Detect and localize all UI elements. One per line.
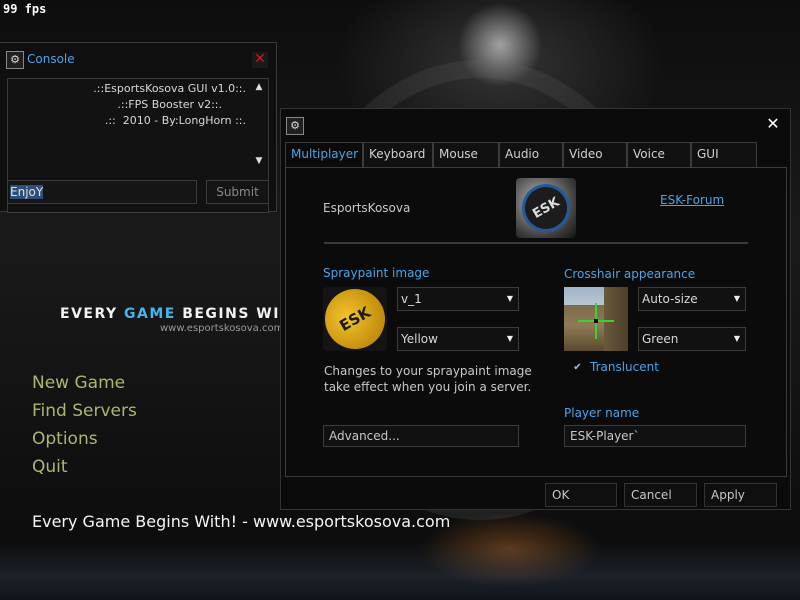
console-log-line: .::EsportsKosova GUI v1.0::.: [93, 82, 246, 95]
tab-video[interactable]: Video: [563, 142, 627, 168]
chevron-down-icon: ▼: [506, 294, 513, 303]
advanced-button[interactable]: Advanced...: [323, 425, 519, 447]
menu-item-new-game[interactable]: New Game: [32, 372, 137, 400]
console-title: Console: [27, 52, 75, 66]
scroll-down-icon[interactable]: ▼: [251, 154, 267, 168]
spraypaint-color-select[interactable]: Yellow ▼: [397, 327, 519, 351]
esk-forum-link[interactable]: ESK-Forum: [660, 193, 724, 207]
crosshair-color-select[interactable]: Green ▼: [638, 327, 746, 351]
brand-tagline: EVERY GAME BEGINS WITH: [60, 306, 304, 322]
preview-wall: [604, 287, 628, 351]
translucent-label: Translucent: [590, 360, 659, 374]
multiplayer-panel: EsportsKosova ESK ESK-Forum Spraypaint i…: [285, 167, 787, 477]
console-input[interactable]: EnjoY: [7, 180, 197, 204]
background-band: [0, 540, 800, 600]
main-menu: New Game Find Servers Options Quit: [32, 372, 137, 484]
tagline-part1: EVERY: [60, 306, 124, 322]
spraypaint-logo-text: ESK: [323, 287, 387, 351]
footer-text: Every Game Begins With! - www.esportskos…: [32, 512, 451, 531]
spraypaint-info: Changes to your spraypaint image take ef…: [324, 364, 532, 394]
apply-button[interactable]: Apply: [704, 483, 777, 507]
esk-logo-image: ESK: [516, 178, 576, 238]
menu-item-quit[interactable]: Quit: [32, 456, 137, 484]
tab-audio[interactable]: Audio: [499, 142, 563, 168]
spraypaint-label: Spraypaint image: [323, 266, 430, 280]
menu-item-options[interactable]: Options: [32, 428, 137, 456]
fps-counter: 99 fps: [3, 2, 47, 16]
crosshair-size-value: Auto-size: [642, 292, 698, 306]
chevron-down-icon: ▼: [733, 334, 740, 343]
cancel-button[interactable]: Cancel: [624, 483, 697, 507]
tab-keyboard[interactable]: Keyboard: [363, 142, 433, 168]
player-name-input[interactable]: ESK-Player`: [564, 425, 746, 447]
options-dialog: ⚙ ✕ Multiplayer Keyboard Mouse Audio Vid…: [280, 108, 791, 510]
steam-icon: ⚙: [6, 51, 24, 69]
console-close-button[interactable]: ✕: [252, 52, 268, 68]
console-scrollbar[interactable]: ▲ ▼: [251, 80, 267, 169]
crosshair-center: [594, 319, 598, 323]
console-log-line: .:: 2010 - By:LongHorn ::.: [104, 114, 246, 127]
chevron-down-icon: ▼: [733, 294, 740, 303]
spraypaint-preview: ESK: [323, 287, 387, 351]
steam-icon: ⚙: [286, 117, 304, 135]
spraypaint-color-value: Yellow: [401, 332, 438, 346]
spraypaint-image-value: v_1: [401, 292, 422, 306]
crosshair-color-value: Green: [642, 332, 679, 346]
brand-url: www.esportskosova.com: [160, 323, 284, 334]
dialog-close-button[interactable]: ✕: [765, 116, 781, 132]
org-name: EsportsKosova: [323, 201, 411, 215]
console-window: ⚙ Console ✕ .::EsportsKosova GUI v1.0::.…: [0, 42, 277, 213]
tab-multiplayer[interactable]: Multiplayer: [285, 142, 363, 169]
chevron-down-icon: ▼: [506, 334, 513, 343]
tab-gui[interactable]: GUI: [691, 142, 757, 168]
console-input-value: EnjoY: [10, 185, 44, 199]
crosshair-size-select[interactable]: Auto-size ▼: [638, 287, 746, 311]
esk-logo-text: ESK: [516, 178, 576, 238]
ok-button[interactable]: OK: [545, 483, 617, 507]
tab-voice[interactable]: Voice: [627, 142, 691, 168]
console-log-line: .::FPS Booster v2::.: [117, 98, 222, 111]
crosshair-preview: [564, 287, 628, 351]
translucent-checkbox[interactable]: ✔: [572, 362, 583, 373]
player-name-label: Player name: [564, 406, 640, 420]
tagline-highlight: GAME: [124, 306, 176, 322]
separator: [324, 242, 748, 244]
spraypaint-image-select[interactable]: v_1 ▼: [397, 287, 519, 311]
scroll-up-icon[interactable]: ▲: [251, 80, 267, 94]
menu-item-find-servers[interactable]: Find Servers: [32, 400, 137, 428]
crosshair-label: Crosshair appearance: [564, 267, 696, 281]
console-submit-button[interactable]: Submit: [206, 180, 269, 204]
tab-mouse[interactable]: Mouse: [433, 142, 499, 168]
